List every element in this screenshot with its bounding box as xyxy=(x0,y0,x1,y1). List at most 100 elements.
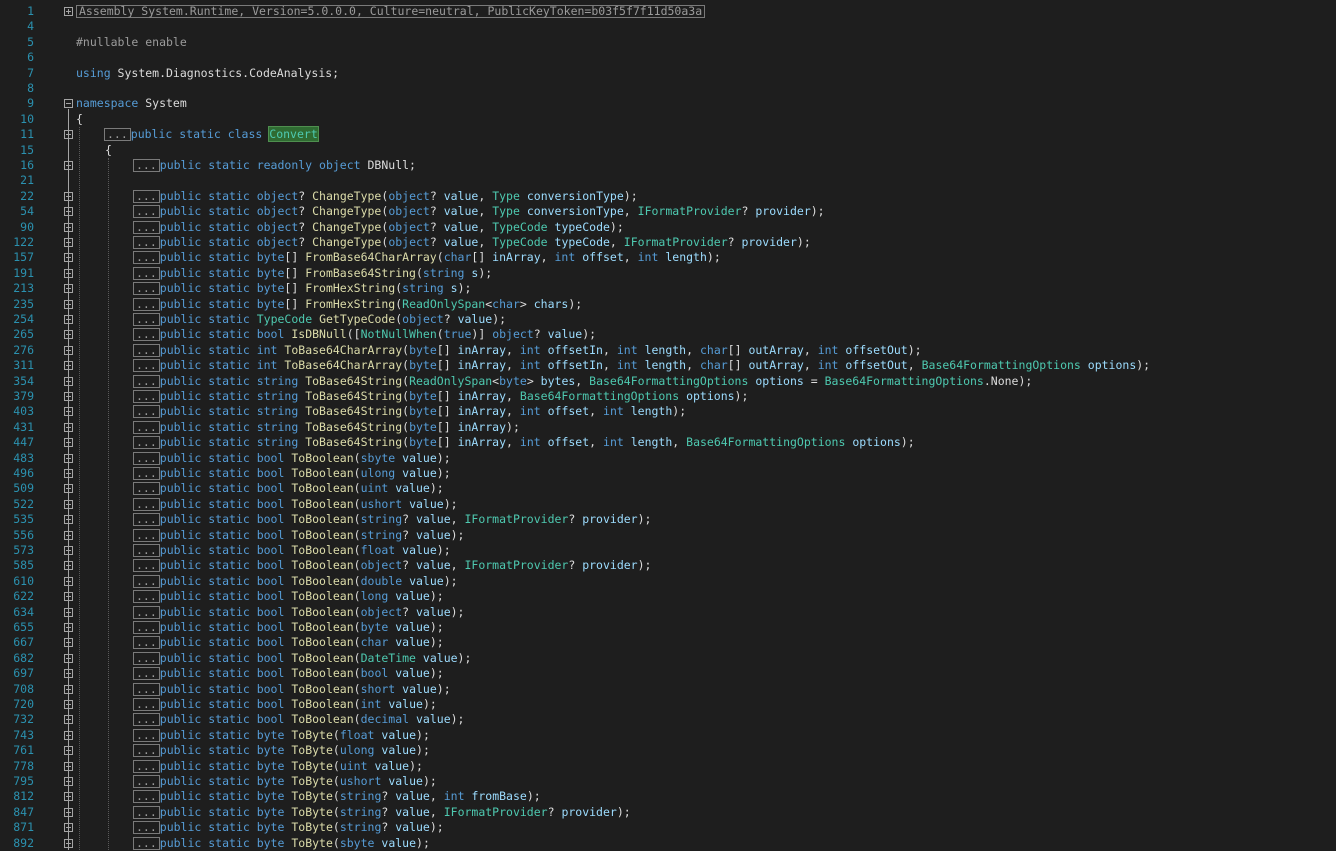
collapsed-block-marker[interactable]: ... xyxy=(133,544,160,557)
code-line[interactable]: 778... public static byte ToByte(uint val… xyxy=(0,759,1336,774)
code-line[interactable]: 1 Assembly System.Runtime, Version=5.0.0.… xyxy=(0,4,1336,19)
collapsed-block-marker[interactable]: ... xyxy=(133,790,160,804)
code-line[interactable]: 10 { xyxy=(0,112,1336,127)
collapsed-block-marker[interactable]: ... xyxy=(133,574,160,588)
collapsed-block-marker[interactable]: ... xyxy=(133,698,160,711)
code-line[interactable]: 191... public static byte[] FromBase64Str… xyxy=(0,266,1336,281)
code-line[interactable]: 708... public static bool ToBoolean(short… xyxy=(0,682,1336,697)
code-line[interactable]: 697 ... public static bool ToBoolean(bool … xyxy=(0,666,1336,681)
collapsed-block-marker[interactable]: ... xyxy=(133,251,160,265)
collapsed-block-marker[interactable]: ... xyxy=(133,836,160,850)
collapsed-block-marker[interactable]: ... xyxy=(133,651,160,665)
code-line[interactable]: 522... public static bool ToBoolean(ushor… xyxy=(0,497,1336,512)
code-line[interactable]: 235... public static byte[] FromHexString… xyxy=(0,297,1336,312)
collapsed-block-marker[interactable]: ... xyxy=(133,328,160,342)
code-line[interactable]: 213... public static byte[] FromHexString… xyxy=(0,281,1336,296)
collapsed-region[interactable]: Assembly System.Runtime, Version=5.0.0.0… xyxy=(76,5,706,18)
collapsed-block-marker[interactable]: ... xyxy=(133,266,160,280)
code-line[interactable]: 354... public static string ToBase64Strin… xyxy=(0,374,1336,389)
collapsed-block-marker[interactable]: ... xyxy=(133,605,160,619)
code-line[interactable]: 5 #nullable enable xyxy=(0,35,1336,50)
code-line[interactable]: 795... public static byte ToByte(ushort v… xyxy=(0,774,1336,789)
code-line[interactable]: 122 ... public static object? ChangeType(o… xyxy=(0,235,1336,250)
code-line[interactable]: 585... public static bool ToBoolean(objec… xyxy=(0,558,1336,573)
code-line[interactable]: 403... public static string ToBase64Strin… xyxy=(0,404,1336,419)
code-line[interactable]: 655 ... public static bool ToBoolean(byte … xyxy=(0,620,1336,635)
code-line[interactable]: 743... public static byte ToByte(float va… xyxy=(0,728,1336,743)
collapsed-block-marker[interactable]: ... xyxy=(133,390,160,403)
collapsed-block-marker[interactable]: ... xyxy=(133,513,160,527)
collapsed-block-marker[interactable]: ... xyxy=(133,436,160,450)
collapsed-block-marker[interactable]: ... xyxy=(133,189,160,203)
collapsed-block-marker[interactable]: ... xyxy=(133,374,160,388)
collapsed-block-marker[interactable]: ... xyxy=(133,682,160,696)
collapse-icon[interactable] xyxy=(64,99,73,109)
code-line[interactable]: 379... public static string ToBase64Strin… xyxy=(0,389,1336,404)
collapsed-block-marker[interactable]: ... xyxy=(133,759,160,773)
code-line[interactable]: 509 ... public static bool ToBoolean(uint … xyxy=(0,481,1336,496)
collapsed-block-marker[interactable]: ... xyxy=(133,220,160,234)
code-line[interactable]: 732... public static bool ToBoolean(decim… xyxy=(0,712,1336,727)
code-line[interactable]: 6 xyxy=(0,50,1336,65)
collapsed-block-marker[interactable]: ... xyxy=(133,282,160,296)
collapsed-block-marker[interactable]: ... xyxy=(133,636,160,650)
collapsed-block-marker[interactable]: ... xyxy=(133,821,160,835)
code-line[interactable]: 622 ... public static bool ToBoolean(long … xyxy=(0,589,1336,604)
collapsed-block-marker[interactable]: ... xyxy=(133,451,160,465)
code-line[interactable]: 254... public static TypeCode GetTypeCode… xyxy=(0,312,1336,327)
code-line[interactable]: 892... public static byte ToByte(sbyte va… xyxy=(0,836,1336,851)
collapsed-block-marker[interactable]: ... xyxy=(133,482,160,496)
code-line[interactable]: 54 ... public static object? ChangeType(ob… xyxy=(0,204,1336,219)
code-line[interactable]: 573... public static bool ToBoolean(float… xyxy=(0,543,1336,558)
expand-icon[interactable] xyxy=(64,7,73,16)
collapsed-block-marker[interactable]: ... xyxy=(133,297,160,311)
code-line[interactable]: 15 { xyxy=(0,143,1336,158)
code-line[interactable]: 157... public static byte[] FromBase64Cha… xyxy=(0,250,1336,265)
code-line[interactable]: 11... public static class Convert xyxy=(0,126,1336,143)
collapsed-block-marker[interactable]: ... xyxy=(104,128,131,142)
collapsed-block-marker[interactable]: ... xyxy=(133,159,160,172)
collapsed-block-marker[interactable]: ... xyxy=(133,236,160,249)
code-line[interactable]: 634... public static bool ToBoolean(objec… xyxy=(0,605,1336,620)
code-line[interactable]: 311... public static int ToBase64CharArra… xyxy=(0,358,1336,373)
collapsed-block-marker[interactable]: ... xyxy=(133,775,160,788)
code-line[interactable]: 682... public static bool ToBoolean(DateT… xyxy=(0,651,1336,666)
collapsed-block-marker[interactable]: ... xyxy=(133,590,160,604)
collapsed-block-marker[interactable]: ... xyxy=(133,359,160,373)
collapsed-block-marker[interactable]: ... xyxy=(133,728,160,742)
code-line[interactable]: 720... public static bool ToBoolean(int v… xyxy=(0,697,1336,712)
collapsed-block-marker[interactable]: ... xyxy=(133,621,160,634)
collapsed-block-marker[interactable]: ... xyxy=(133,205,160,219)
code-line[interactable]: 496... public static bool ToBoolean(ulong… xyxy=(0,466,1336,481)
collapsed-block-marker[interactable]: ... xyxy=(133,420,160,434)
code-line[interactable]: 761... public static byte ToByte(ulong va… xyxy=(0,743,1336,758)
collapsed-block-marker[interactable]: ... xyxy=(133,713,160,727)
collapsed-block-marker[interactable]: ... xyxy=(133,343,160,357)
code-line[interactable]: 483... public static bool ToBoolean(sbyte… xyxy=(0,451,1336,466)
code-line[interactable]: 447... public static string ToBase64Strin… xyxy=(0,435,1336,450)
collapsed-block-marker[interactable]: ... xyxy=(133,313,160,326)
code-line[interactable]: 8 xyxy=(0,81,1336,96)
code-line[interactable]: 610... public static bool ToBoolean(doubl… xyxy=(0,574,1336,589)
code-line[interactable]: 847 ... public static byte ToByte(string? … xyxy=(0,805,1336,820)
collapsed-block-marker[interactable]: ... xyxy=(133,497,160,511)
code-line[interactable]: 22 ... public static object? ChangeType(ob… xyxy=(0,189,1336,204)
code-line[interactable]: 667 ... public static bool ToBoolean(char … xyxy=(0,635,1336,650)
collapsed-block-marker[interactable]: ... xyxy=(133,805,160,819)
collapsed-block-marker[interactable]: ... xyxy=(133,528,160,542)
code-line[interactable]: 4 xyxy=(0,19,1336,34)
code-line[interactable]: 556... public static bool ToBoolean(strin… xyxy=(0,528,1336,543)
code-line[interactable]: 812 ... public static byte ToByte(string? … xyxy=(0,789,1336,804)
code-line[interactable]: 535... public static bool ToBoolean(strin… xyxy=(0,512,1336,527)
collapsed-block-marker[interactable]: ... xyxy=(133,405,160,419)
collapsed-block-marker[interactable]: ... xyxy=(133,744,160,758)
code-line[interactable]: 90 ... public static object? ChangeType(ob… xyxy=(0,220,1336,235)
code-line[interactable]: 265... public static bool IsDBNull([NotNu… xyxy=(0,327,1336,342)
code-line[interactable]: 276... public static int ToBase64CharArra… xyxy=(0,343,1336,358)
collapsed-block-marker[interactable]: ... xyxy=(133,667,160,681)
code-line[interactable]: 871 ... public static byte ToByte(string? … xyxy=(0,820,1336,835)
code-line[interactable]: 7 using System.Diagnostics.CodeAnalysis; xyxy=(0,66,1336,81)
code-line[interactable]: 21 xyxy=(0,173,1336,188)
collapsed-block-marker[interactable]: ... xyxy=(133,559,160,573)
code-line[interactable]: 431... public static string ToBase64Strin… xyxy=(0,420,1336,435)
